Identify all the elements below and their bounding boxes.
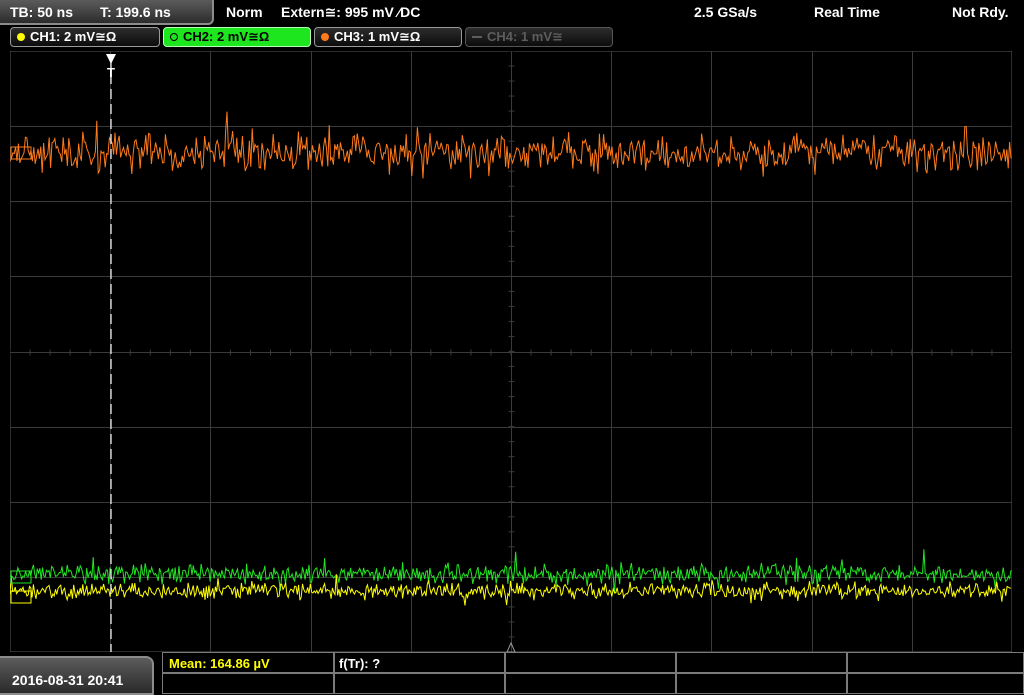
ch1-button[interactable]: CH1: 2 mV≅Ω [10, 27, 160, 47]
meas-cell-empty-8[interactable] [847, 673, 1024, 694]
meas-cell-mean[interactable]: Mean: 164.86 µV [162, 652, 334, 673]
ch1-label: CH1: 2 mV≅Ω [30, 29, 117, 44]
meas-cell-empty-6[interactable] [505, 673, 676, 694]
ch3-button[interactable]: CH3: 1 mV≅Ω [314, 27, 462, 47]
run-state: Not Rdy. [952, 4, 1009, 20]
ch3-dot-icon [321, 33, 329, 41]
trigger-mode[interactable]: Norm [226, 4, 263, 20]
meas-cell-empty-1[interactable] [505, 652, 676, 673]
measurement-bar: Mean: 164.86 µV f(Tr): ? [162, 652, 1024, 695]
sample-rate: 2.5 GSa/s [694, 4, 758, 20]
acquisition-mode: Real Time [814, 4, 880, 20]
ch1-dot-icon [17, 33, 25, 41]
ch3-label: CH3: 1 mV≅Ω [334, 29, 421, 44]
meas-mean: Mean: 164.86 µV [169, 656, 270, 671]
ch2-button[interactable]: CH2: 2 mV≅Ω [163, 27, 311, 47]
trigger-source[interactable]: Extern≅: 995 mV ⁄DC [281, 4, 420, 21]
meas-cell-empty-3[interactable] [847, 652, 1024, 673]
waveform-svg: T [10, 51, 1012, 652]
meas-cell-freq[interactable]: f(Tr): ? [334, 652, 505, 673]
meas-cell-empty-4[interactable] [162, 673, 334, 694]
ch4-dash-icon [472, 36, 482, 38]
ch2-label: CH2: 2 mV≅Ω [183, 29, 270, 44]
datetime-readout: 2016-08-31 20:41 [12, 672, 124, 688]
meas-cell-empty-2[interactable] [676, 652, 847, 673]
trigger-marker-label: T [107, 65, 115, 80]
meas-cell-empty-7[interactable] [676, 673, 847, 694]
timebase-readout: TB: 50 ns [10, 4, 74, 20]
status-bar: TB: 50 ns T: 199.6 ns Norm Extern≅: 995 … [0, 0, 1024, 25]
timebase-panel[interactable]: TB: 50 ns T: 199.6 ns [0, 0, 214, 25]
ch2-dot-icon [170, 33, 178, 41]
ch4-label: CH4: 1 mV≅ [487, 29, 563, 44]
datetime-panel: 2016-08-31 20:41 [0, 656, 154, 695]
waveform-display[interactable]: T [10, 51, 1012, 652]
channel-bar: CH1: 2 mV≅Ω CH2: 2 mV≅Ω CH3: 1 mV≅Ω CH4:… [0, 25, 1024, 49]
meas-cell-empty-5[interactable] [334, 673, 505, 694]
trigger-time-readout: T: 199.6 ns [100, 4, 171, 20]
meas-freq: f(Tr): ? [339, 656, 381, 671]
ch4-button[interactable]: CH4: 1 mV≅ [465, 27, 613, 47]
